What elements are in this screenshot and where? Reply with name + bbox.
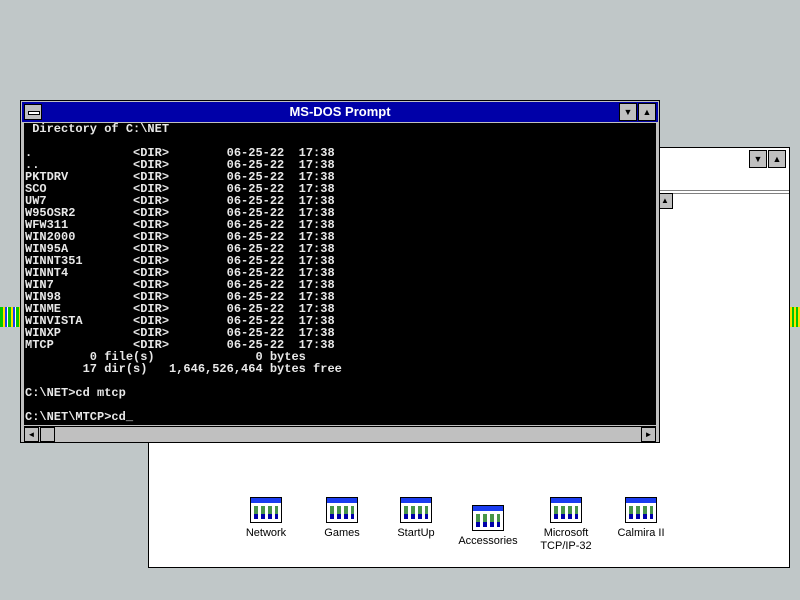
minimize-button[interactable]: ▼ [749,150,767,168]
console-output[interactable]: Directory of C:\NET. <DIR> 06-25-22 17:3… [24,123,656,425]
program-icon-calmira[interactable]: Calmira II [596,497,686,540]
icon-label: Calmira II [617,527,665,539]
system-menu-icon[interactable] [24,104,42,120]
program-group-icon [400,497,432,523]
console-line: C:\NET\MTCP>cd_ [25,410,134,424]
console-line: 17 dir(s) 1,646,526,464 bytes free [25,362,342,376]
horizontal-scrollbar[interactable]: ◄ ► [24,426,656,442]
program-icon-accessories[interactable]: Accessories [443,505,533,548]
scroll-right-button[interactable]: ► [641,427,656,442]
scroll-thumb[interactable] [40,427,55,442]
program-group-icon [625,497,657,523]
desktop-wallpaper-strip-left [0,307,22,327]
program-group-icon [472,505,504,531]
scroll-left-button[interactable]: ◄ [24,427,39,442]
program-group-icon [326,497,358,523]
console-text: Directory of C:\NET. <DIR> 06-25-22 17:3… [24,123,656,423]
dos-prompt-window[interactable]: MS-DOS Prompt ▼ ▲ Directory of C:\NET. <… [20,100,660,443]
maximize-button[interactable]: ▲ [768,150,786,168]
window-title: MS-DOS Prompt [289,104,391,119]
program-group-icon [550,497,582,523]
console-line: C:\NET>cd mtcp [25,386,126,400]
dos-titlebar[interactable]: MS-DOS Prompt ▼ ▲ [22,102,658,122]
minimize-button[interactable]: ▼ [619,103,637,121]
icon-label: Accessories [458,535,518,547]
program-group-icon [250,497,282,523]
console-line: Directory of C:\NET [25,123,170,136]
maximize-button[interactable]: ▲ [638,103,656,121]
